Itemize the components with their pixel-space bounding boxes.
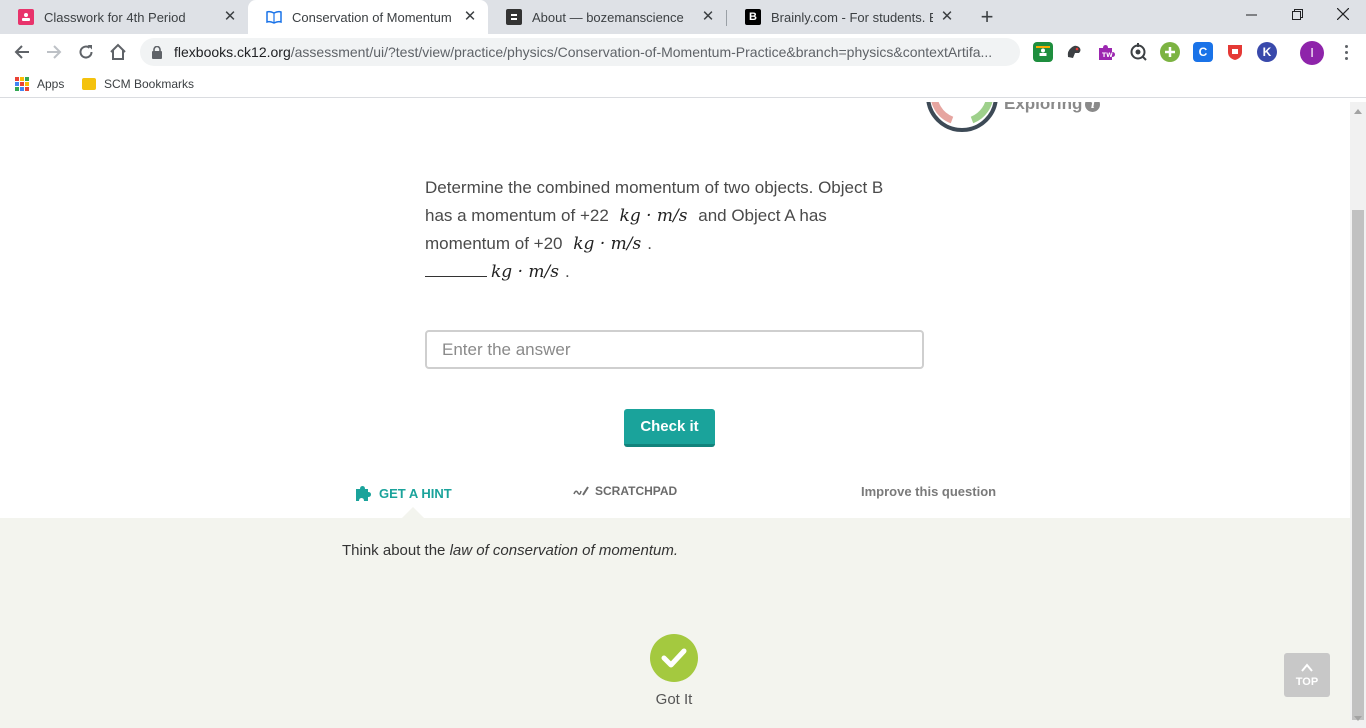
question-tools: GET A HINT SCRATCHPAD Improve this quest… [0,474,1350,518]
puzzle-piece-icon [355,484,373,502]
forward-arrow-icon [47,45,62,59]
restore-window-button[interactable] [1274,0,1320,30]
scroll-up-arrow-icon[interactable] [1354,109,1362,114]
hint-text-prefix: Think about the [342,542,450,559]
minimize-icon [1245,14,1257,16]
hint-text-emphasis: law of conservation of momentum. [449,542,679,559]
period: . [647,234,652,253]
tab-title: Conservation of Momentum Practice [292,9,456,25]
answer-blank [425,259,487,277]
url-host: flexbooks.ck12.org [174,44,291,60]
got-it-label[interactable]: Got It [640,691,708,708]
mastery-level[interactable]: Exploring i [1004,102,1101,114]
tab-title: Brainly.com - For students. By students. [771,9,933,25]
question-text: Determine the combined momentum of two o… [425,174,925,286]
question-line-3-start: momentum of +20 [425,234,563,253]
url-path: /assessment/ui/?test/view/practice/physi… [290,44,993,60]
google-classroom-icon[interactable] [1033,42,1053,62]
back-button[interactable] [10,40,34,64]
home-icon [110,43,126,60]
apps-grid-icon [15,77,29,91]
close-tab-icon[interactable]: ✕ [222,9,238,25]
pencil-scribble-icon [573,485,589,497]
improve-question-link[interactable]: Improve this question [861,484,996,499]
chevron-up-icon [1301,663,1313,672]
new-tab-button[interactable]: + [976,5,998,29]
folder-label: SCM Bookmarks [104,77,195,91]
minimize-window-button[interactable] [1228,0,1274,30]
get-a-hint-button[interactable]: GET A HINT [355,484,452,502]
info-icon[interactable]: i [1085,102,1101,112]
browser-menu-icon[interactable] [1336,42,1356,62]
close-tab-icon[interactable]: ✕ [700,9,716,25]
tab-title: About — bozemanscience [532,9,684,25]
unit-math: kg · m/s [573,234,642,254]
tab-brainly[interactable]: B Brainly.com - For students. By student… [727,0,965,34]
close-tab-icon[interactable]: ✕ [462,9,478,25]
close-tab-icon[interactable]: ✕ [939,9,955,25]
back-arrow-icon [14,45,29,59]
practice-page: Exploring i Determine the combined momen… [0,102,1350,728]
scroll-down-arrow-icon[interactable] [1354,716,1362,721]
question-line-2-end: and Object A has [698,206,827,225]
bozeman-favicon-icon [506,9,522,25]
ext-shield-icon[interactable] [1225,42,1245,62]
check-it-button[interactable]: Check it [624,409,715,447]
ext-silhouette-icon[interactable] [1064,42,1084,62]
scrollbar-thumb[interactable] [1352,210,1364,720]
top-label: TOP [1295,676,1319,688]
close-icon [1336,7,1350,21]
ext-target-icon[interactable] [1128,42,1148,62]
tab-bozemanscience[interactable]: About — bozemanscience ✕ [488,0,726,34]
browser-toolbar: flexbooks.ck12.org/assessment/ui/?test/v… [0,34,1366,70]
tab-title: Classwork for 4th Period [44,9,186,25]
hint-panel-pointer [401,507,425,519]
tab-strip: Classwork for 4th Period ✕ Conservation … [0,0,1366,34]
close-window-button[interactable] [1320,0,1366,30]
question-line-1: Determine the combined momentum of two o… [425,178,884,197]
restore-icon [1291,9,1303,20]
tab-conservation-of-momentum[interactable]: Conservation of Momentum Practice ✕ [248,0,488,34]
apps-bookmark[interactable]: Apps [15,76,64,92]
hint-label: GET A HINT [379,485,452,501]
reload-button[interactable] [74,40,98,64]
reload-icon [79,45,93,59]
unit-math: kg · m/s [491,262,559,282]
bookmarks-bar: Apps SCM Bookmarks [0,70,1366,98]
tab-classwork[interactable]: Classwork for 4th Period ✕ [0,0,248,34]
got-it-checkmark-icon[interactable] [650,634,698,682]
ext-k-icon[interactable]: K [1257,42,1277,62]
hint-text: Think about the law of conservation of m… [342,542,678,559]
scm-bookmarks-folder[interactable]: SCM Bookmarks [82,76,194,92]
profile-avatar[interactable]: I [1300,41,1324,65]
home-button[interactable] [106,40,130,64]
address-bar[interactable]: flexbooks.ck12.org/assessment/ui/?test/v… [140,38,1020,66]
svg-text:TW: TW [1102,52,1113,59]
folder-icon [82,78,96,90]
ext-c-icon[interactable]: C [1193,42,1213,62]
back-to-top-button[interactable]: TOP [1284,653,1330,697]
apps-label: Apps [37,77,65,91]
scratchpad-button[interactable]: SCRATCHPAD [573,484,677,498]
ext-plus-icon[interactable] [1160,42,1180,62]
unit-math: kg · m/s [619,206,688,226]
page-scrollbar[interactable] [1350,102,1366,728]
google-classroom-favicon-icon [18,9,34,25]
period: . [564,262,570,281]
mastery-gauge-icon [926,102,998,132]
lock-icon [152,45,166,59]
question-line-2-start: has a momentum of +22 [425,206,609,225]
book-favicon-icon [266,9,282,25]
brainly-favicon-icon: B [745,9,761,25]
answer-input[interactable] [425,330,924,369]
ext-puzzle-icon[interactable]: TW [1096,42,1116,62]
forward-button[interactable] [42,40,66,64]
mastery-label: Exploring [1004,102,1083,113]
scratchpad-label: SCRATCHPAD [595,484,678,498]
